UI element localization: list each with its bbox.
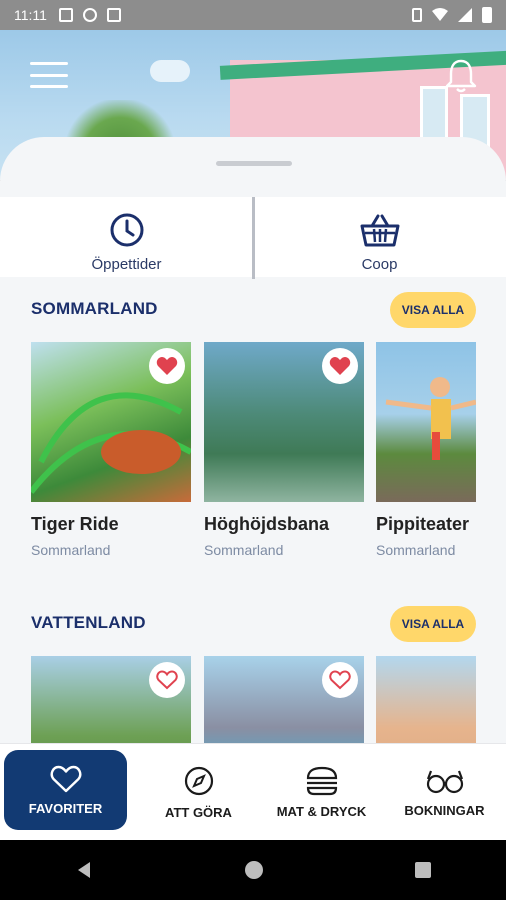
image-icon [58,8,73,22]
sim-icon [106,8,121,22]
battery-icon [482,7,492,23]
quick-action-hours[interactable]: Öppettider [0,197,253,277]
favorite-button[interactable] [149,348,185,384]
favorite-button[interactable] [322,662,358,698]
attraction-park: Sommarland [204,542,284,558]
visa-alla-button[interactable]: VISA ALLA [390,292,476,328]
heart-icon [156,357,178,375]
bell-icon[interactable] [444,58,478,94]
attraction-image [376,656,476,743]
section-title-sommarland: SOMMARLAND [31,299,158,318]
favorite-button[interactable] [322,348,358,384]
wifi-icon [432,8,448,21]
block-icon [82,8,97,22]
heart-outline-icon [156,670,178,690]
burger-icon [306,766,337,795]
favorite-button[interactable] [149,662,185,698]
visa-alla-button[interactable]: VISA ALLA [390,606,476,642]
content-sheet[interactable]: Öppettider Coop SOMMARLAND VISA ALLA Tig… [0,137,506,743]
quick-action-label: Öppettider [91,256,162,273]
section-title-vattenland: VATTENLAND [31,613,146,632]
status-time: 11:11 [14,7,47,23]
pippi-illustration [385,377,476,460]
nav-label: BOKNINGAR [404,802,485,818]
notification-icons [58,8,121,22]
attraction-name: Höghöjdsbana [204,514,329,534]
nav-favoriter[interactable]: FAVORITER [4,750,127,830]
attraction-name: Tiger Ride [31,514,119,534]
attraction-image [376,342,476,502]
drag-handle[interactable] [216,161,292,166]
back-icon[interactable] [74,860,94,880]
hamburger-icon[interactable] [30,62,68,88]
quick-action-label: Coop [361,256,398,273]
nav-mat-dryck[interactable]: MAT & DRYCK [260,744,383,840]
attraction-park: Sommarland [376,542,456,558]
heart-icon [50,765,81,792]
nav-att-gora[interactable]: ATT GÖRA [137,744,260,840]
hero-cloud [150,60,190,82]
signal-icon [458,8,472,22]
nav-label: ATT GÖRA [165,804,232,820]
status-bar: 11:11 [0,0,506,30]
system-nav-bar [0,840,506,900]
recents-icon[interactable] [414,861,432,879]
system-icons [412,7,492,23]
compass-icon [184,766,213,795]
nav-label: FAVORITER [28,800,103,816]
quick-action-coop[interactable]: Coop [253,197,506,277]
basket-icon [360,214,399,247]
nav-label: MAT & DRYCK [276,803,367,819]
nav-bokningar[interactable]: BOKNINGAR [383,744,506,840]
bottom-nav: FAVORITER ATT GÖRA MAT & DRYCK BOKNINGAR [0,743,506,840]
glasses-icon [426,770,463,793]
home-icon[interactable] [243,859,265,881]
quick-action-divider [252,197,255,279]
heart-icon [329,357,351,375]
attraction-park: Sommarland [31,542,111,558]
heart-outline-icon [329,670,351,690]
clock-icon [110,213,143,247]
vibrate-icon [412,8,422,22]
attraction-name: Pippiteater [376,514,470,534]
